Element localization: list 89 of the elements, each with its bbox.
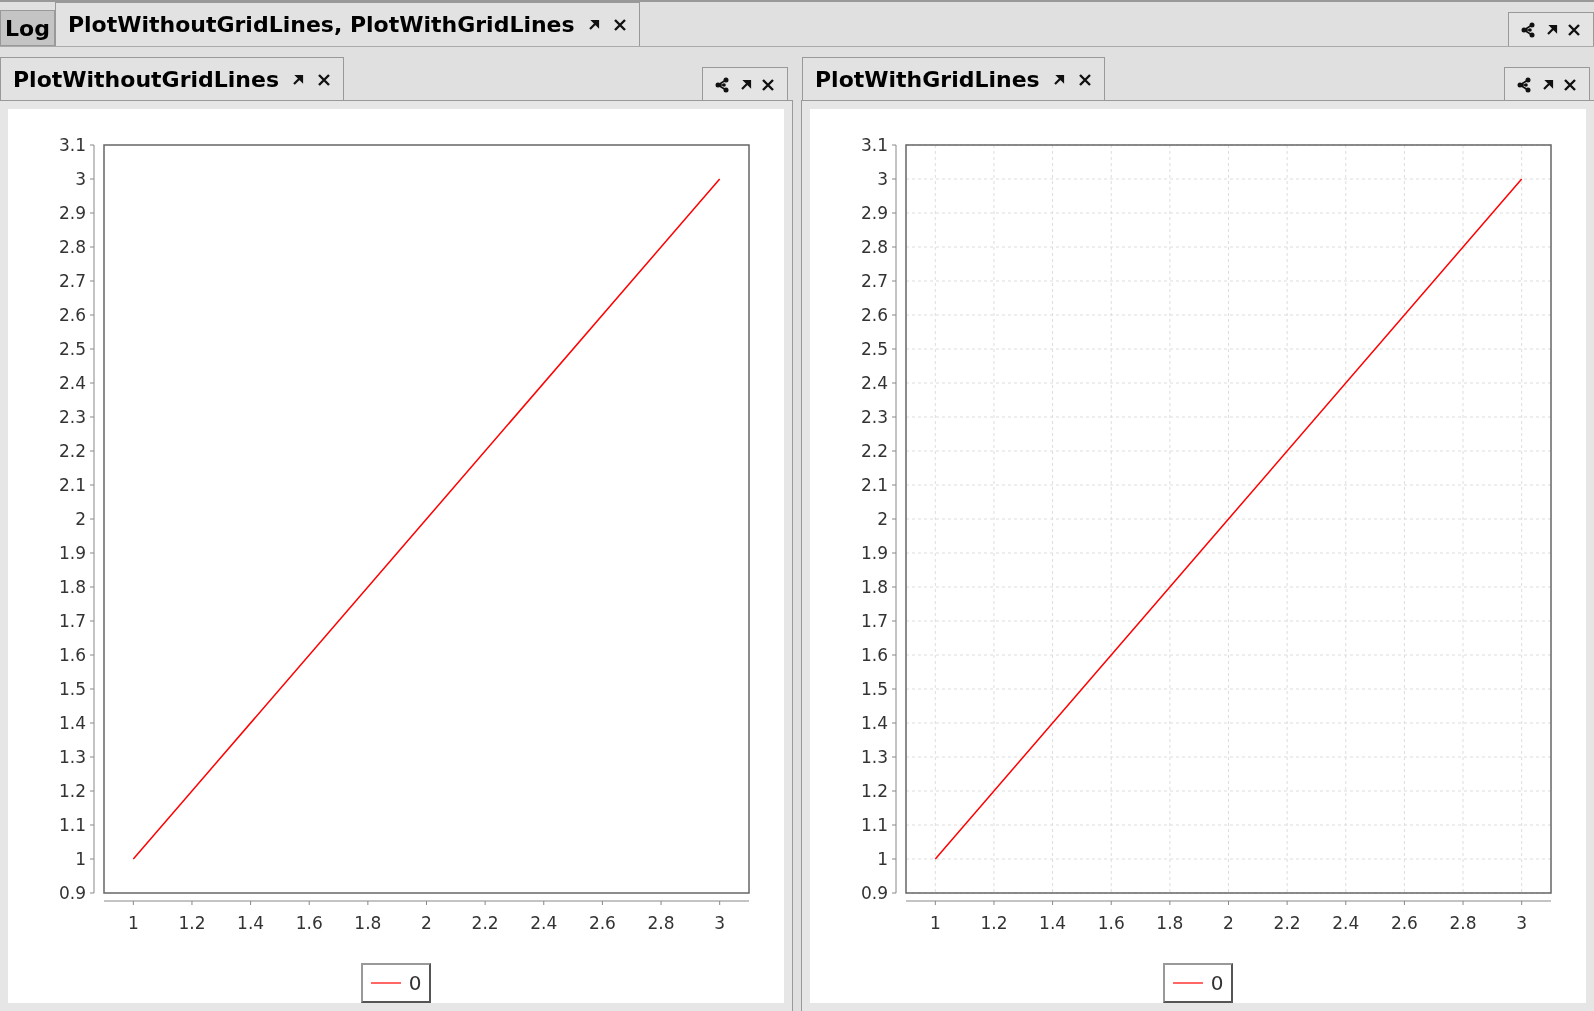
y-tick-label: 1.9	[58, 543, 86, 563]
y-tick-label: 2.3	[860, 407, 888, 427]
x-tick-label: 2.6	[1390, 913, 1418, 933]
tab[interactable]: PlotWithoutGridLines	[0, 57, 344, 101]
x-tick-label: 1.2	[177, 913, 205, 933]
close-icon[interactable]	[1567, 22, 1581, 37]
y-tick-label: 2.9	[860, 203, 888, 223]
x-tick-label: 2.2	[471, 913, 499, 933]
y-tick-label: 0.9	[860, 883, 888, 903]
nodes-icon[interactable]	[1517, 76, 1533, 93]
y-tick-label: 2.6	[860, 305, 888, 325]
y-tick-label: 2.4	[860, 373, 888, 393]
nodes-icon[interactable]	[1521, 21, 1537, 38]
y-tick-label: 2.7	[860, 271, 888, 291]
y-tick-label: 1.6	[58, 645, 86, 665]
y-tick-label: 2.2	[860, 441, 888, 461]
y-tick-label: 3	[74, 169, 86, 189]
x-tick-label: 3	[1515, 913, 1527, 933]
y-tick-label: 1.2	[860, 781, 888, 801]
close-icon[interactable]	[1077, 72, 1092, 87]
tab[interactable]: Log	[0, 10, 55, 46]
y-tick-label: 1.8	[860, 577, 888, 597]
close-icon[interactable]	[1563, 77, 1577, 92]
y-tick-label: 1.4	[860, 713, 888, 733]
x-tick-label: 2	[420, 913, 432, 933]
close-icon[interactable]	[612, 17, 627, 32]
y-tick-label: 1.8	[58, 577, 86, 597]
y-tick-label: 1.9	[860, 543, 888, 563]
x-tick-label: 2.8	[1449, 913, 1477, 933]
x-tick-label: 3	[713, 913, 725, 933]
undock-arrow-icon[interactable]	[1545, 22, 1559, 37]
x-tick-label: 1	[929, 913, 941, 933]
x-tick-label: 2.6	[588, 913, 616, 933]
y-tick-label: 1.4	[58, 713, 86, 733]
y-tick-label: 2.8	[860, 237, 888, 257]
x-tick-label: 1.4	[236, 913, 264, 933]
y-tick-label: 1.6	[860, 645, 888, 665]
y-tick-label: 1	[876, 849, 888, 869]
x-tick-label: 1.8	[1155, 913, 1183, 933]
y-tick-label: 2	[876, 509, 888, 529]
y-tick-label: 2.2	[58, 441, 86, 461]
y-tick-label: 2.5	[58, 339, 86, 359]
y-tick-label: 3.1	[860, 135, 888, 155]
y-tick-label: 2.6	[58, 305, 86, 325]
y-tick-label: 1.1	[58, 815, 86, 835]
y-tick-label: 1.1	[860, 815, 888, 835]
legend-label: 0	[1210, 970, 1224, 997]
y-tick-label: 1.3	[58, 747, 86, 767]
y-tick-label: 2.7	[58, 271, 86, 291]
y-tick-label: 3	[876, 169, 888, 189]
y-tick-label: 2.1	[58, 475, 86, 495]
y-tick-label: 1.5	[58, 679, 86, 699]
x-tick-label: 2	[1222, 913, 1234, 933]
y-tick-label: 0.9	[58, 883, 86, 903]
undock-arrow-icon[interactable]	[291, 72, 305, 87]
x-tick-label: 2.4	[529, 913, 557, 933]
y-tick-label: 1.2	[58, 781, 86, 801]
legend-line-icon	[1172, 981, 1203, 985]
y-tick-label: 1.7	[58, 611, 86, 631]
y-tick-label: 1.5	[860, 679, 888, 699]
x-tick-label: 2.8	[647, 913, 675, 933]
y-tick-label: 2.3	[58, 407, 86, 427]
tab[interactable]: PlotWithGridLines	[802, 57, 1105, 101]
y-tick-label: 2.4	[58, 373, 86, 393]
x-tick-label: 1.4	[1038, 913, 1066, 933]
y-tick-label: 1	[74, 849, 86, 869]
legend-line-icon	[370, 981, 401, 985]
x-tick-label: 1.2	[979, 913, 1007, 933]
y-tick-label: 2.5	[860, 339, 888, 359]
y-tick-label: 2	[74, 509, 86, 529]
legend-label: 0	[408, 970, 422, 997]
y-tick-label: 2.9	[58, 203, 86, 223]
x-tick-label: 2.2	[1273, 913, 1301, 933]
close-icon[interactable]	[761, 77, 775, 92]
tab[interactable]: PlotWithoutGridLines, PlotWithGridLines	[54, 2, 640, 46]
x-tick-label: 1.8	[353, 913, 381, 933]
y-tick-label: 2.1	[860, 475, 888, 495]
x-tick-label: 1.6	[295, 913, 323, 933]
x-tick-label: 1	[127, 913, 139, 933]
y-tick-label: 1.3	[860, 747, 888, 767]
y-tick-label: 2.8	[58, 237, 86, 257]
y-tick-label: 1.7	[860, 611, 888, 631]
undock-arrow-icon[interactable]	[739, 77, 753, 92]
nodes-icon[interactable]	[715, 76, 731, 93]
close-icon[interactable]	[317, 72, 331, 87]
undock-arrow-icon[interactable]	[1541, 77, 1555, 92]
y-tick-label: 3.1	[58, 135, 86, 155]
x-tick-label: 1.6	[1097, 913, 1125, 933]
x-tick-label: 2.4	[1331, 913, 1359, 933]
